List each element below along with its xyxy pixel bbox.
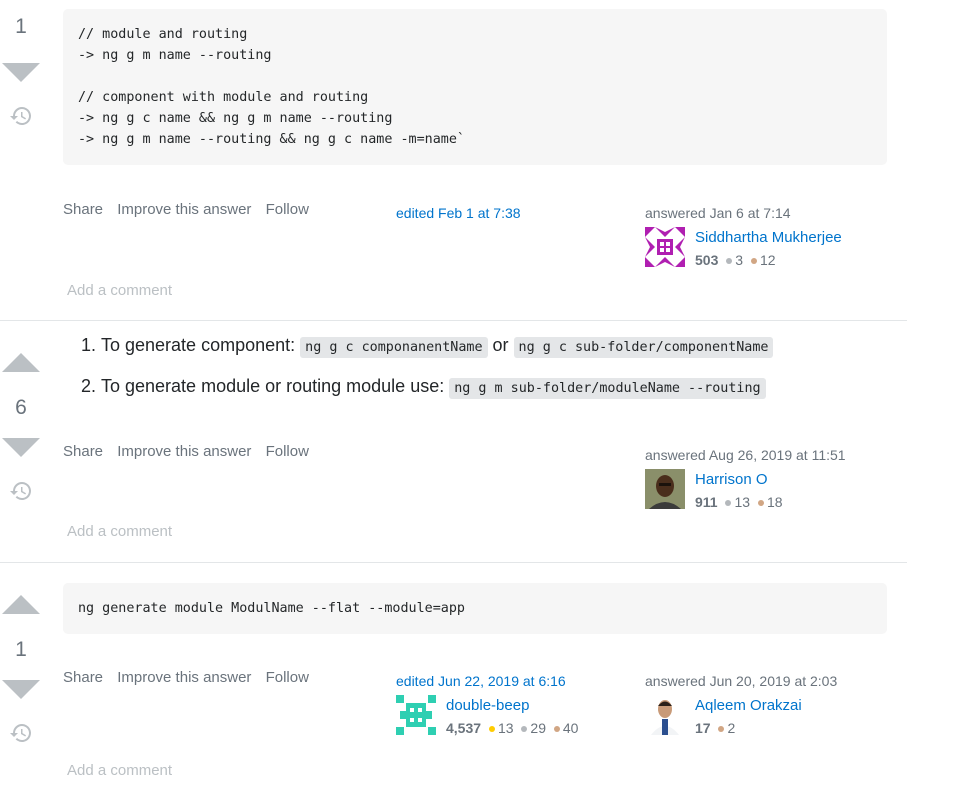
bronze-badge-icon — [757, 499, 764, 506]
vote-count: 1 — [15, 15, 27, 38]
silver-badge-count: 3 — [735, 252, 744, 268]
silver-badge-count: 29 — [530, 720, 546, 736]
steps-list: To generate component: ng g c componanen… — [63, 333, 774, 415]
improve-answer-link[interactable]: Improve this answer — [117, 201, 251, 218]
follow-link[interactable]: Follow — [266, 443, 309, 460]
list-item: To generate module or routing module use… — [101, 374, 773, 401]
follow-link[interactable]: Follow — [266, 201, 309, 218]
upvote-arrow-icon[interactable] — [2, 595, 40, 614]
inline-code: ng g c sub-folder/componentName — [513, 337, 774, 358]
silver-badge-icon — [521, 725, 528, 732]
post-menu: Share Improve this answer Follow — [63, 443, 319, 460]
reputation: 503 — [695, 252, 719, 268]
add-comment-link[interactable]: Add a comment — [67, 762, 172, 779]
share-link[interactable]: Share — [63, 201, 103, 218]
post-menu: Share Improve this answer Follow — [63, 669, 319, 686]
add-comment-link[interactable]: Add a comment — [67, 523, 172, 540]
bronze-badge-icon — [718, 725, 725, 732]
bronze-badge-icon — [750, 257, 757, 264]
history-icon[interactable] — [9, 104, 33, 128]
answered-time: answered Jun 20, 2019 at 2:03 — [645, 673, 838, 689]
downvote-arrow-icon[interactable] — [2, 63, 40, 82]
bronze-badge-count: 2 — [727, 720, 736, 736]
reputation: 4,537 — [446, 720, 482, 736]
vote-count: 1 — [15, 638, 27, 661]
answerer-card: answered Aug 26, 2019 at 11:51 Harrison … — [645, 447, 846, 510]
user-name-link[interactable]: Siddhartha Mukherjee — [695, 229, 842, 246]
answered-time: answered Jan 6 at 7:14 — [645, 205, 791, 221]
history-icon[interactable] — [9, 479, 33, 503]
user-stats: 911 13 18 — [695, 494, 783, 510]
vote-count: 6 — [15, 396, 27, 419]
edited-link[interactable]: edited Feb 1 at 7:38 — [396, 205, 521, 221]
silver-badge-icon — [726, 257, 733, 264]
editor-stats: 4,537 13 29 40 — [446, 720, 578, 736]
bronze-badge-count: 12 — [759, 252, 776, 268]
add-comment-link[interactable]: Add a comment — [67, 282, 172, 299]
answer-divider — [0, 562, 907, 563]
gold-badge-count: 13 — [497, 720, 514, 736]
reputation: 911 — [695, 494, 718, 510]
user-avatar[interactable] — [645, 227, 685, 267]
list-item: To generate component: ng g c componanen… — [101, 333, 774, 360]
editor-card: edited Jun 22, 2019 at 6:16 double-beep … — [396, 673, 578, 736]
silver-badge-count: 13 — [734, 494, 751, 510]
downvote-arrow-icon[interactable] — [2, 438, 40, 457]
step-text: To generate component: — [101, 335, 301, 355]
code-block: // module and routing -> ng g m name --r… — [63, 9, 887, 165]
inline-code: ng g c componanentName — [300, 337, 488, 358]
edited-link[interactable]: edited Jun 22, 2019 at 6:16 — [396, 673, 566, 689]
step-text: To generate module or routing module use… — [101, 376, 450, 396]
bronze-badge-count: 18 — [766, 494, 783, 510]
vote-cell: 1 — [0, 14, 42, 128]
gold-badge-icon — [488, 725, 495, 732]
answerer-card: answered Jun 20, 2019 at 2:03 Aqleem Ora… — [645, 673, 838, 736]
improve-answer-link[interactable]: Improve this answer — [117, 669, 251, 686]
follow-link[interactable]: Follow — [266, 669, 309, 686]
user-name-link[interactable]: Aqleem Orakzai — [695, 697, 802, 714]
user-avatar[interactable] — [645, 695, 685, 735]
history-icon[interactable] — [9, 721, 33, 745]
code-block: ng generate module ModulName --flat --mo… — [63, 583, 887, 634]
user-name-link[interactable]: Harrison O — [695, 471, 768, 488]
answered-time: answered Aug 26, 2019 at 11:51 — [645, 447, 846, 463]
user-avatar[interactable] — [645, 469, 685, 509]
answer-divider — [0, 320, 907, 321]
reputation: 17 — [695, 720, 711, 736]
user-stats: 503 3 12 — [695, 252, 776, 268]
share-link[interactable]: Share — [63, 669, 103, 686]
vote-cell: 6 — [0, 353, 42, 503]
bronze-badge-count: 40 — [562, 720, 579, 736]
silver-badge-icon — [725, 499, 732, 506]
vote-cell: 1 — [0, 595, 42, 745]
upvote-arrow-icon[interactable] — [2, 353, 40, 372]
share-link[interactable]: Share — [63, 443, 103, 460]
bronze-badge-icon — [553, 725, 560, 732]
answerer-card: answered Jan 6 at 7:14 Siddhartha Mukher… — [645, 205, 842, 268]
user-avatar[interactable] — [396, 695, 436, 735]
post-menu: Share Improve this answer Follow — [63, 201, 319, 218]
editor-name-link[interactable]: double-beep — [446, 697, 529, 714]
step-text: or — [487, 335, 514, 355]
downvote-arrow-icon[interactable] — [2, 680, 40, 699]
user-stats: 17 2 — [695, 720, 735, 736]
inline-code: ng g m sub-folder/moduleName --routing — [449, 378, 766, 399]
improve-answer-link[interactable]: Improve this answer — [117, 443, 251, 460]
